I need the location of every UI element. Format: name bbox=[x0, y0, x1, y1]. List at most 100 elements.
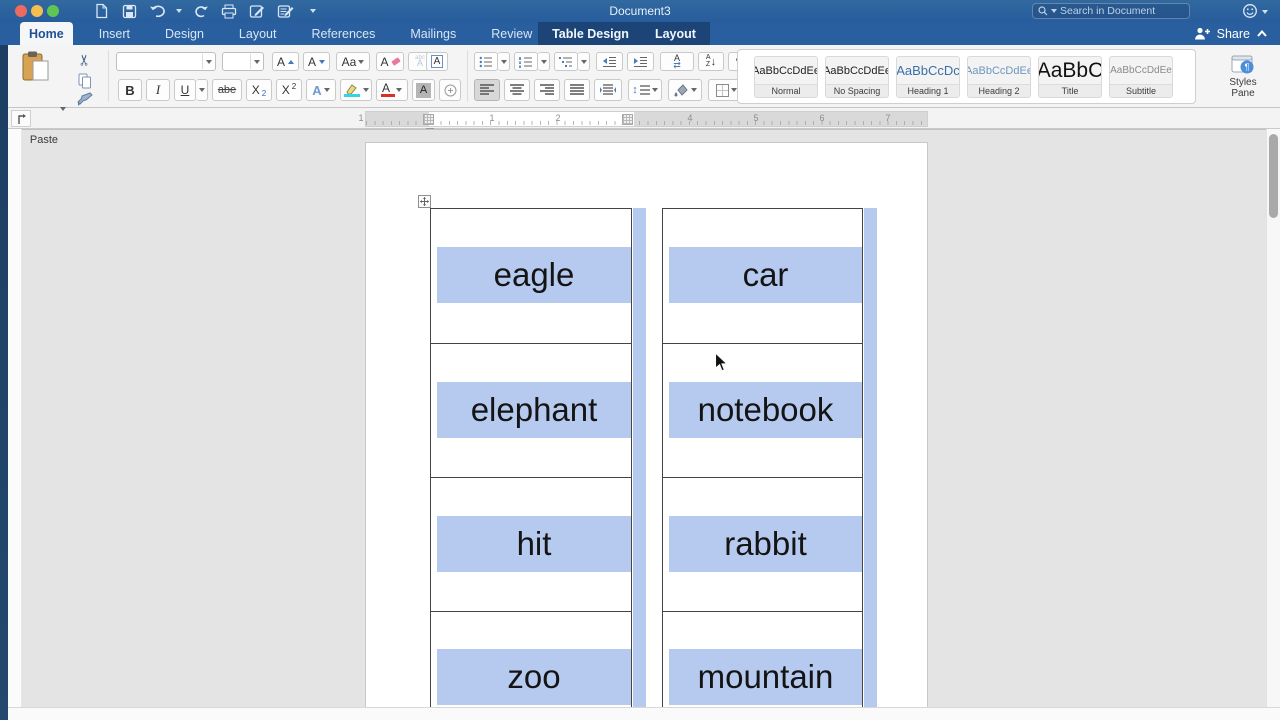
font-size-select[interactable] bbox=[222, 52, 264, 71]
mouse-cursor bbox=[714, 352, 728, 373]
table-cell-word[interactable]: notebook bbox=[669, 382, 862, 438]
tab-design[interactable]: Design bbox=[156, 22, 213, 45]
style-sample: AaBbCcDdEe bbox=[1110, 57, 1172, 84]
bullets-button[interactable] bbox=[474, 52, 498, 71]
table-cell[interactable]: car bbox=[663, 209, 862, 344]
table-column-marker[interactable] bbox=[622, 114, 633, 125]
table-cell-word[interactable]: rabbit bbox=[669, 516, 862, 572]
group-divider bbox=[108, 50, 109, 102]
style-sample: AaBbC bbox=[1039, 57, 1101, 84]
vertical-scrollbar[interactable] bbox=[1266, 129, 1280, 707]
table-cell[interactable]: zoo bbox=[431, 612, 631, 708]
style-label: Normal bbox=[755, 84, 817, 97]
style-card-subtitle[interactable]: AaBbCcDdEeSubtitle bbox=[1109, 56, 1173, 98]
underline-button[interactable]: U bbox=[174, 79, 196, 101]
share-label[interactable]: Share bbox=[1217, 27, 1250, 41]
contextual-tab-layout[interactable]: Layout bbox=[646, 22, 705, 45]
style-card-title[interactable]: AaBbCTitle bbox=[1038, 56, 1102, 98]
tab-layout[interactable]: Layout bbox=[230, 22, 286, 45]
line-spacing-button[interactable]: ↕ bbox=[628, 79, 662, 101]
style-card-heading-2[interactable]: AaBbCcDdEeHeading 2 bbox=[967, 56, 1031, 98]
cell-end-highlight-strip bbox=[633, 208, 646, 707]
collapse-ribbon-icon[interactable] bbox=[1256, 29, 1268, 38]
table-move-handle[interactable] bbox=[418, 195, 431, 208]
change-case-button[interactable]: Aa bbox=[336, 52, 370, 71]
align-left-button[interactable] bbox=[474, 79, 500, 101]
tab-mailings[interactable]: Mailings bbox=[401, 22, 465, 45]
text-direction-button[interactable]: A ⇄ bbox=[660, 52, 694, 71]
underline-menu-icon[interactable] bbox=[196, 79, 208, 101]
shrink-font-button[interactable]: A bbox=[303, 52, 330, 71]
tab-references[interactable]: References bbox=[302, 22, 384, 45]
table-cell[interactable]: mountain bbox=[663, 612, 862, 708]
superscript-button[interactable]: X2 bbox=[276, 79, 302, 101]
scrollbar-thumb[interactable] bbox=[1269, 134, 1278, 218]
clear-formatting-button[interactable]: A bbox=[376, 52, 404, 71]
table-cell-word[interactable]: eagle bbox=[437, 247, 631, 303]
ruler-ticks bbox=[366, 121, 927, 125]
tab-home[interactable]: Home bbox=[20, 22, 73, 45]
align-right-button[interactable] bbox=[534, 79, 560, 101]
table-cell-word[interactable]: car bbox=[669, 247, 862, 303]
table-cell[interactable]: elephant bbox=[431, 344, 631, 478]
search-input[interactable]: Search in Document bbox=[1032, 3, 1190, 19]
tab-insert[interactable]: Insert bbox=[90, 22, 139, 45]
style-label: Heading 1 bbox=[897, 84, 959, 97]
table-column-marker[interactable] bbox=[423, 114, 434, 125]
multilevel-list-button[interactable] bbox=[554, 52, 578, 71]
style-card-no-spacing[interactable]: AaBbCcDdEeNo Spacing bbox=[825, 56, 889, 98]
character-border-button[interactable]: A bbox=[426, 52, 448, 71]
font-color-button[interactable]: A bbox=[376, 79, 408, 101]
style-card-normal[interactable]: AaBbCcDdEeNormal bbox=[754, 56, 818, 98]
table-cell[interactable]: rabbit bbox=[663, 478, 862, 612]
numbering-menu-icon[interactable] bbox=[538, 52, 550, 71]
table-cell[interactable]: eagle bbox=[431, 209, 631, 344]
table-cell-word[interactable]: elephant bbox=[437, 382, 631, 438]
text-effects-button[interactable]: A bbox=[306, 79, 336, 101]
table-cell-word[interactable]: hit bbox=[437, 516, 631, 572]
contextual-tab-table-design[interactable]: Table Design bbox=[543, 22, 638, 45]
cut-icon[interactable]: ✂ bbox=[75, 54, 93, 67]
style-card-heading-1[interactable]: AaBbCcDcHeading 1 bbox=[896, 56, 960, 98]
grow-font-button[interactable]: A bbox=[272, 52, 299, 71]
shading-button[interactable] bbox=[668, 79, 702, 101]
feedback-menu-icon[interactable] bbox=[1262, 10, 1268, 14]
copy-icon[interactable] bbox=[78, 73, 92, 94]
bold-button[interactable]: B bbox=[118, 79, 142, 101]
distribute-text-button[interactable] bbox=[594, 79, 622, 101]
font-name-select[interactable] bbox=[116, 52, 216, 71]
format-painter-icon[interactable] bbox=[77, 92, 93, 112]
table-cell-word[interactable]: mountain bbox=[669, 649, 862, 705]
window-bottom-bar bbox=[8, 707, 1280, 720]
feedback-smiley-icon[interactable] bbox=[1242, 3, 1258, 24]
sort-button[interactable]: AZ ↓ bbox=[698, 52, 724, 71]
character-shading-button[interactable]: A bbox=[412, 79, 435, 101]
multilevel-menu-icon[interactable] bbox=[578, 52, 590, 71]
decrease-indent-button[interactable] bbox=[596, 52, 623, 71]
enclose-characters-button[interactable] bbox=[439, 79, 461, 101]
italic-button[interactable]: I bbox=[146, 79, 170, 101]
numbering-button[interactable] bbox=[514, 52, 538, 71]
subscript-button[interactable]: X2 bbox=[246, 79, 272, 101]
bullets-menu-icon[interactable] bbox=[498, 52, 510, 71]
search-scope-icon[interactable] bbox=[1051, 9, 1057, 13]
increase-indent-button[interactable] bbox=[627, 52, 654, 71]
justify-button[interactable] bbox=[564, 79, 590, 101]
align-center-button[interactable] bbox=[504, 79, 530, 101]
tab-review[interactable]: Review bbox=[482, 22, 541, 45]
paste-menu-icon[interactable] bbox=[60, 107, 66, 111]
paste-button[interactable] bbox=[22, 50, 52, 88]
cell-end-highlight-strip bbox=[864, 208, 877, 707]
borders-grid-icon bbox=[716, 84, 729, 97]
table-column: car notebook rabbit mountain bbox=[662, 208, 863, 707]
strikethrough-button[interactable]: abe bbox=[212, 79, 242, 101]
table-cell[interactable]: hit bbox=[431, 478, 631, 612]
table-cell-word[interactable]: zoo bbox=[437, 649, 631, 705]
styles-pane-button[interactable]: ¶ Styles Pane bbox=[1212, 48, 1274, 106]
tab-stop-selector[interactable] bbox=[11, 110, 31, 127]
paint-bucket-icon bbox=[674, 84, 689, 97]
styles-pane-label: Styles Pane bbox=[1222, 77, 1264, 99]
highlight-button[interactable] bbox=[340, 79, 372, 101]
table-cell[interactable]: notebook bbox=[663, 344, 862, 478]
contextual-tabs: Table Design Layout bbox=[538, 22, 710, 45]
